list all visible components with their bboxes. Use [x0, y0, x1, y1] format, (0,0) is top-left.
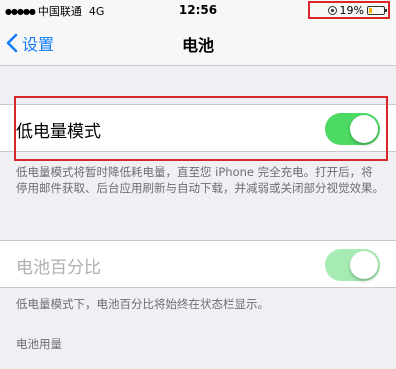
page-title: 电池	[181, 36, 214, 55]
battery-percentage-cell: 电池百分比	[0, 240, 396, 288]
battery-icon	[367, 5, 387, 15]
rotation-lock-icon	[327, 5, 337, 15]
status-bar-battery-area: 19%	[308, 1, 390, 19]
battery-percentage-footnote: 低电量模式下，电池百分比将始终在状态栏显示。	[16, 297, 269, 311]
status-bar: ●●●●● 中国联通 4G 12:56 19%	[0, 0, 396, 22]
low-power-mode-cell: 低电量模式	[0, 104, 396, 152]
navigation-bar: 设置 电池	[0, 22, 396, 66]
low-power-mode-footnote: 低电量模式将暂时降低耗电量，直至您 iPhone 完全充电。打开后，将停用邮件获…	[16, 165, 384, 195]
battery-percentage-label: 电池百分比	[16, 258, 101, 278]
low-power-mode-toggle[interactable]	[325, 113, 380, 145]
toggle-knob	[350, 115, 378, 143]
battery-percent-text: 19%	[339, 3, 364, 17]
low-power-mode-label: 低电量模式	[16, 122, 101, 142]
battery-level-fill	[369, 7, 372, 13]
battery-usage-header: 电池用量	[16, 337, 62, 351]
battery-percentage-toggle[interactable]	[325, 249, 380, 281]
toggle-knob	[350, 251, 378, 279]
